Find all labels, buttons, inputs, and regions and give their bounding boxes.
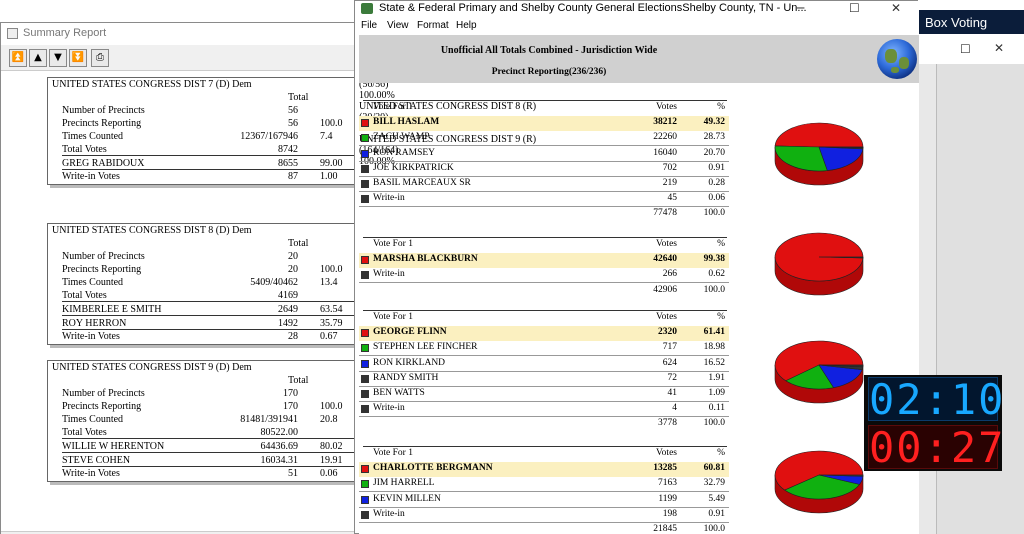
summary-toolbar: ⏫ ▲ ▼ ⏬ ⎙	[1, 45, 357, 71]
summary-window-titlebar: Summary Report	[1, 23, 357, 45]
summary-row: Number of Precincts 56	[62, 105, 298, 116]
summary-window-title: Summary Report	[23, 27, 107, 39]
summary-report-window: Summary Report ⏫ ▲ ▼ ⏬ ⎙ UNITED STATES C…	[0, 22, 360, 534]
countdown-clock: 00:27	[868, 423, 1006, 472]
summary-row: ROY HERRON 1492 35.79	[62, 318, 360, 330]
close-icon[interactable]: ✕	[891, 1, 901, 15]
summary-box-dist9: UNITED STATES CONGRESS DIST 9 (D) Dem To…	[47, 360, 360, 482]
background-window-titlebar: ☐ ✕	[918, 36, 1024, 64]
maximize-icon[interactable]: ☐	[849, 1, 860, 15]
first-icon[interactable]: ⏫	[9, 49, 27, 67]
down-icon[interactable]: ▼	[49, 49, 67, 67]
summary-row: GREG RABIDOUX 8655 99.00	[62, 158, 360, 170]
print-icon[interactable]: ⎙	[91, 49, 109, 67]
minimize-icon[interactable]: ─	[797, 1, 804, 15]
summary-row: Write-in Votes 28 0.67	[62, 331, 338, 342]
up-icon[interactable]: ▲	[29, 49, 47, 67]
summary-row: Times Counted 5409/40462 13.4	[62, 277, 338, 288]
summary-row: Precincts Reporting 56 100.0	[62, 118, 343, 129]
pie-charts	[774, 122, 864, 514]
summary-box-dist8: UNITED STATES CONGRESS DIST 8 (D) Dem To…	[47, 223, 360, 345]
maximize-icon[interactable]: ☐	[960, 42, 971, 56]
menu-view[interactable]: View	[387, 20, 409, 31]
summary-row: Total Votes 80522.00	[62, 427, 360, 439]
summary-row: Precincts Reporting 170 100.0	[62, 401, 343, 412]
app-icon	[361, 3, 373, 14]
summary-row: Precincts Reporting 20 100.0	[62, 264, 343, 275]
total-label: Total	[288, 375, 309, 386]
total-label: Total	[288, 238, 309, 249]
main-window-titlebar: State & Federal Primary and Shelby Count…	[355, 1, 919, 17]
summary-row: Write-in Votes 87 1.00	[62, 171, 338, 182]
election-results-window: State & Federal Primary and Shelby Count…	[354, 0, 919, 534]
menu-help[interactable]: Help	[456, 20, 477, 31]
summary-row: Total Votes 4169	[62, 290, 360, 302]
menu-file[interactable]: File	[361, 20, 377, 31]
summary-row: Number of Precincts 170	[62, 388, 298, 399]
last-icon[interactable]: ⏬	[69, 49, 87, 67]
summary-body: UNITED STATES CONGRESS DIST 7 (D) Dem To…	[7, 73, 360, 533]
summary-box-header: UNITED STATES CONGRESS DIST 7 (D) Dem	[52, 79, 252, 90]
menu-bar: File View Format Help	[355, 17, 919, 35]
window-icon	[7, 28, 18, 39]
main-window-title: State & Federal Primary and Shelby Count…	[379, 2, 807, 14]
summary-row: Total Votes 8742	[62, 144, 360, 156]
timer-overlay: 02:10 00:27	[864, 375, 1006, 472]
summary-row: WILLIE W HERENTON 64436.69 80.02	[62, 441, 360, 453]
summary-box-header: UNITED STATES CONGRESS DIST 8 (D) Dem	[52, 225, 252, 236]
summary-row: STEVE COHEN 16034.31 19.91	[62, 455, 360, 467]
summary-row: KIMBERLEE E SMITH 2649 63.54	[62, 304, 360, 316]
pie-slice	[774, 122, 864, 148]
menu-format[interactable]: Format	[417, 20, 449, 31]
close-icon[interactable]: ✕	[994, 41, 1004, 55]
summary-box-header: UNITED STATES CONGRESS DIST 9 (D) Dem	[52, 362, 252, 373]
summary-row: Write-in Votes 51 0.06	[62, 468, 338, 479]
summary-row: Times Counted 81481/391941 20.8	[62, 414, 338, 425]
summary-row: Times Counted 12367/167946 7.4	[62, 131, 333, 142]
elapsed-clock: 02:10	[868, 375, 1006, 424]
report-area: Unofficial All Totals Combined - Jurisdi…	[359, 35, 919, 534]
summary-box-dist7: UNITED STATES CONGRESS DIST 7 (D) Dem To…	[47, 77, 360, 185]
total-label: Total	[288, 92, 309, 103]
summary-row: Number of Precincts 20	[62, 251, 298, 262]
